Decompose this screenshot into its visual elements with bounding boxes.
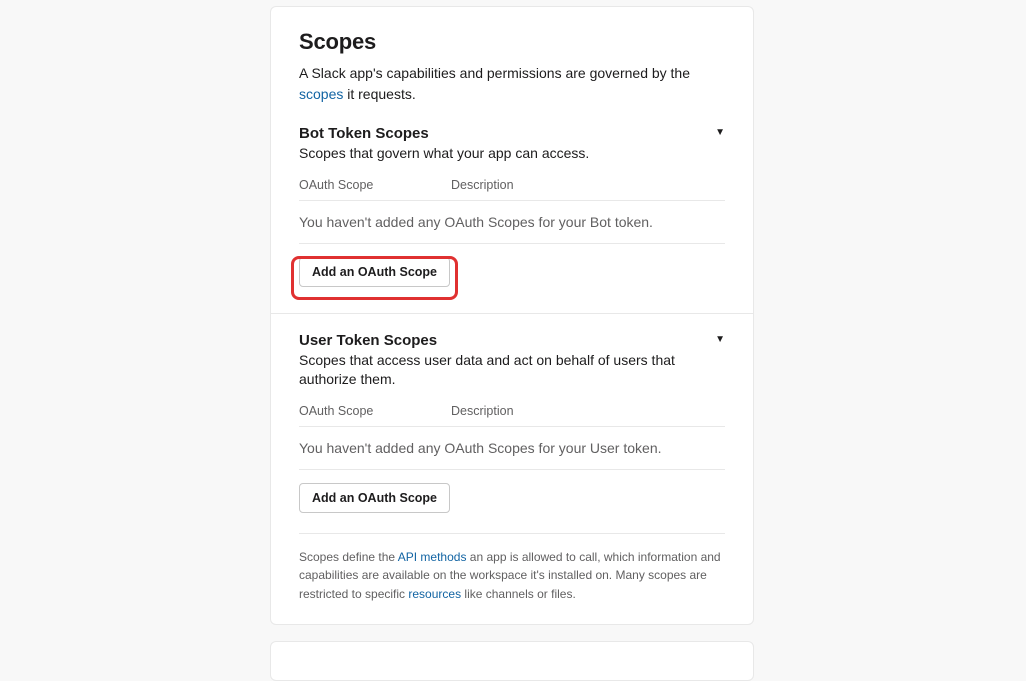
scopes-description: A Slack app's capabilities and permissio… [299,63,725,105]
user-scopes-title: User Token Scopes [299,332,437,349]
footnote-text: Scopes define the [299,550,398,564]
bot-scopes-header: Bot Token Scopes ▼ [299,125,725,144]
bot-col-oauth-scope: OAuth Scope [299,178,451,192]
divider [271,313,753,314]
divider [299,533,725,534]
user-col-oauth-scope: OAuth Scope [299,404,451,418]
bot-col-description: Description [451,178,725,192]
bot-scopes-title: Bot Token Scopes [299,125,429,142]
user-scopes-table-header: OAuth Scope Description [299,404,725,427]
caret-down-icon[interactable]: ▼ [715,127,725,138]
resources-link[interactable]: resources [408,587,461,601]
scopes-link[interactable]: scopes [299,86,343,102]
bot-scopes-empty: You haven't added any OAuth Scopes for y… [299,201,725,244]
scopes-desc-text-after: it requests. [343,86,415,102]
next-card [270,641,754,681]
api-methods-link[interactable]: API methods [398,550,467,564]
user-col-description: Description [451,404,725,418]
add-bot-oauth-scope-button[interactable]: Add an OAuth Scope [299,257,450,287]
user-scopes-header: User Token Scopes ▼ [299,332,725,351]
add-user-oauth-scope-button[interactable]: Add an OAuth Scope [299,483,450,513]
footnote-text: like channels or files. [461,587,576,601]
scopes-card: Scopes A Slack app's capabilities and pe… [270,6,754,625]
user-scopes-subtitle: Scopes that access user data and act on … [299,351,725,390]
bot-scopes-subtitle: Scopes that govern what your app can acc… [299,144,725,164]
scopes-footnote: Scopes define the API methods an app is … [299,548,725,604]
scopes-title: Scopes [299,29,725,55]
user-scopes-empty: You haven't added any OAuth Scopes for y… [299,427,725,470]
scopes-desc-text-before: A Slack app's capabilities and permissio… [299,65,690,81]
caret-down-icon[interactable]: ▼ [715,334,725,345]
bot-scopes-table-header: OAuth Scope Description [299,178,725,201]
